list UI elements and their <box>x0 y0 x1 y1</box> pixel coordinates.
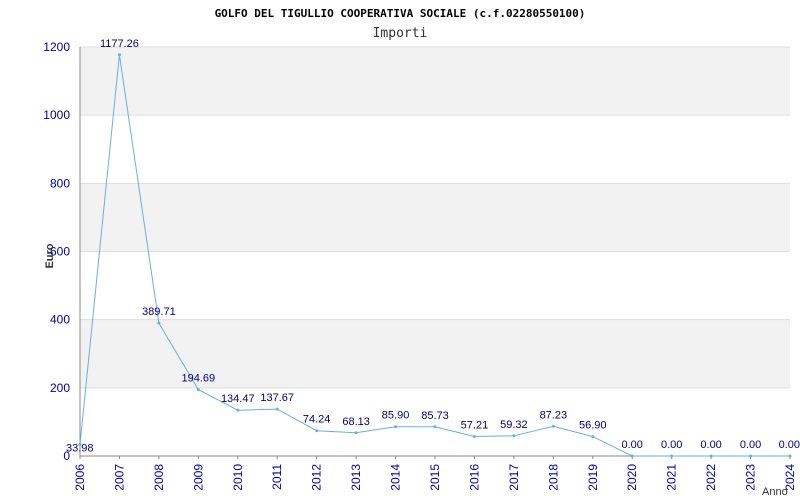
x-tick-label-2010: 2010 <box>231 464 245 491</box>
data-label-2013: 68.13 <box>342 416 370 428</box>
data-label-2022: 0.00 <box>700 439 721 451</box>
data-label-2010: 134.47 <box>221 393 255 405</box>
y-tick-label-600: 600 <box>50 245 70 259</box>
data-point-2015 <box>433 425 437 429</box>
x-tick-label-2008: 2008 <box>152 464 166 491</box>
data-point-2023 <box>749 454 753 458</box>
data-point-2021 <box>670 454 674 458</box>
data-label-2006: 33.98 <box>66 442 94 454</box>
data-label-2023: 0.00 <box>740 439 761 451</box>
data-label-2015: 85.73 <box>421 410 449 422</box>
data-point-2019 <box>591 435 595 439</box>
line-chart: GOLFO DEL TIGULLIO COOPERATIVA SOCIALE (… <box>43 7 800 498</box>
data-point-2008 <box>157 321 161 325</box>
x-tick-label-2019: 2019 <box>586 464 600 491</box>
band-3 <box>80 183 790 252</box>
data-point-2017 <box>512 434 516 438</box>
data-label-2009: 194.69 <box>182 373 216 385</box>
x-tick-label-2006: 2006 <box>73 464 87 491</box>
x-tick-label-2012: 2012 <box>310 464 324 491</box>
x-tick-label-2013: 2013 <box>349 464 363 491</box>
data-label-2008: 389.71 <box>142 306 176 318</box>
x-tick-label-2007: 2007 <box>112 464 126 491</box>
data-point-2020 <box>630 454 634 458</box>
band-0 <box>80 387 790 456</box>
data-point-2022 <box>709 454 713 458</box>
chart-subtitle: Importi <box>373 26 428 41</box>
data-label-2019: 56.90 <box>579 420 607 432</box>
data-point-2024 <box>788 454 792 458</box>
y-tick-label-1200: 1200 <box>43 40 70 54</box>
x-tick-label-2016: 2016 <box>467 464 481 491</box>
x-tick-label-2011: 2011 <box>270 464 284 490</box>
x-tick-label-2023: 2023 <box>744 464 758 491</box>
data-point-2014 <box>394 425 398 429</box>
y-tick-label-800: 800 <box>50 176 70 190</box>
x-tick-label-2022: 2022 <box>704 464 718 491</box>
data-label-2018: 87.23 <box>540 409 568 421</box>
data-label-2011: 137.67 <box>260 392 294 404</box>
x-tick-label-2024: 2024 <box>783 464 797 491</box>
band-4 <box>80 115 790 184</box>
data-point-2013 <box>354 431 358 435</box>
data-label-2014: 85.90 <box>382 410 410 422</box>
data-point-2011 <box>275 407 279 411</box>
data-point-2010 <box>236 408 240 412</box>
x-tick-label-2015: 2015 <box>428 464 442 491</box>
data-point-2018 <box>551 424 555 428</box>
x-tick-labels: 2006 2007 2008 2009 2010 2011 2012 2013 2014 2015… <box>73 464 797 491</box>
data-label-2024: 0.00 <box>779 439 800 451</box>
x-tick-label-2020: 2020 <box>625 464 639 491</box>
x-tick-label-2009: 2009 <box>191 464 205 491</box>
chart-title: GOLFO DEL TIGULLIO COOPERATIVA SOCIALE (… <box>215 7 586 20</box>
data-label-2017: 59.32 <box>500 419 528 431</box>
y-tick-label-200: 200 <box>50 381 70 395</box>
x-tick-label-2021: 2021 <box>665 464 679 491</box>
data-label-2016: 57.21 <box>461 420 489 432</box>
x-tick-label-2017: 2017 <box>507 464 521 491</box>
data-label-2021: 0.00 <box>661 439 682 451</box>
x-tick-label-2014: 2014 <box>389 464 403 491</box>
data-label-2007: 1177.26 <box>100 38 139 50</box>
y-tick-label-1000: 1000 <box>43 108 70 122</box>
x-tick-label-2018: 2018 <box>546 464 560 491</box>
data-label-2020: 0.00 <box>622 439 643 451</box>
data-point-2009 <box>196 388 200 392</box>
data-label-2012: 74.24 <box>303 414 331 426</box>
y-tick-label-400: 400 <box>50 313 70 327</box>
data-point-2016 <box>472 435 476 439</box>
band-5 <box>80 47 790 116</box>
band-2 <box>80 251 790 320</box>
data-point-2007 <box>117 53 121 57</box>
data-point-2012 <box>315 429 319 433</box>
